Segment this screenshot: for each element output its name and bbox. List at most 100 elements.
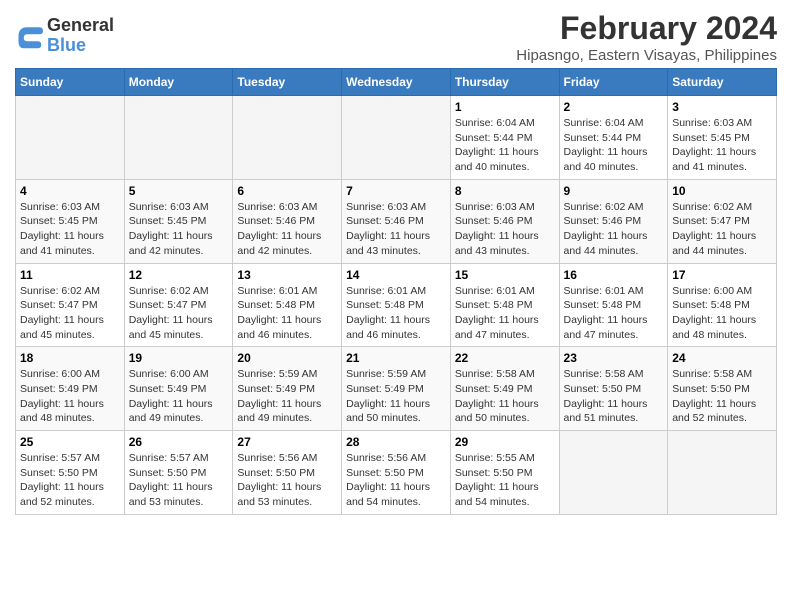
day-number: 13 (237, 268, 337, 282)
day-info: Sunrise: 6:00 AM Sunset: 5:49 PM Dayligh… (129, 367, 229, 426)
day-info: Sunrise: 6:04 AM Sunset: 5:44 PM Dayligh… (564, 116, 664, 175)
calendar-cell: 10Sunrise: 6:02 AM Sunset: 5:47 PM Dayli… (668, 179, 777, 263)
day-number: 5 (129, 184, 229, 198)
day-info: Sunrise: 6:01 AM Sunset: 5:48 PM Dayligh… (346, 284, 446, 343)
day-number: 27 (237, 435, 337, 449)
calendar-cell: 8Sunrise: 6:03 AM Sunset: 5:46 PM Daylig… (450, 179, 559, 263)
calendar-cell: 16 Sunrise: 6:01 AM Sunset: 5:48 PM Dayli… (559, 263, 668, 347)
day-info: Sunrise: 6:03 AM Sunset: 5:45 PM Dayligh… (672, 116, 772, 175)
day-header-thursday: Thursday (450, 69, 559, 96)
day-header-tuesday: Tuesday (233, 69, 342, 96)
day-number: 18 (20, 351, 120, 365)
calendar-title: February 2024 (516, 10, 777, 47)
day-number: 26 (129, 435, 229, 449)
title-block: February 2024 Hipasngo, Eastern Visayas,… (516, 10, 777, 64)
day-info: Sunrise: 5:59 AM Sunset: 5:49 PM Dayligh… (346, 367, 446, 426)
calendar-cell: 14 Sunrise: 6:01 AM Sunset: 5:48 PM Dayli… (342, 263, 451, 347)
day-info: Sunrise: 6:01 AM Sunset: 5:48 PM Dayligh… (237, 284, 337, 343)
calendar-cell (233, 96, 342, 180)
calendar-body: 1 Sunrise: 6:04 AM Sunset: 5:44 PM Daylig… (16, 96, 777, 515)
calendar-cell: 23Sunrise: 5:58 AM Sunset: 5:50 PM Dayli… (559, 347, 668, 431)
day-info: Sunrise: 6:01 AM Sunset: 5:48 PM Dayligh… (564, 284, 664, 343)
day-info: Sunrise: 6:01 AM Sunset: 5:48 PM Dayligh… (455, 284, 555, 343)
day-number: 12 (129, 268, 229, 282)
calendar-cell: 7Sunrise: 6:03 AM Sunset: 5:46 PM Daylig… (342, 179, 451, 263)
day-info: Sunrise: 6:00 AM Sunset: 5:49 PM Dayligh… (20, 367, 120, 426)
calendar-cell: 13 Sunrise: 6:01 AM Sunset: 5:48 PM Dayli… (233, 263, 342, 347)
day-number: 20 (237, 351, 337, 365)
day-number: 14 (346, 268, 446, 282)
logo-icon (15, 22, 43, 50)
calendar-cell: 25 Sunrise: 5:57 AM Sunset: 5:50 PM Dayli… (16, 431, 125, 515)
calendar-subtitle: Hipasngo, Eastern Visayas, Philippines (516, 47, 777, 64)
calendar-cell: 17Sunrise: 6:00 AM Sunset: 5:48 PM Dayli… (668, 263, 777, 347)
day-info: Sunrise: 5:56 AM Sunset: 5:50 PM Dayligh… (346, 451, 446, 510)
day-number: 4 (20, 184, 120, 198)
calendar-cell (124, 96, 233, 180)
day-number: 8 (455, 184, 555, 198)
calendar-cell: 27Sunrise: 5:56 AM Sunset: 5:50 PM Dayli… (233, 431, 342, 515)
calendar-cell (16, 96, 125, 180)
day-info: Sunrise: 6:02 AM Sunset: 5:47 PM Dayligh… (129, 284, 229, 343)
calendar-week-row: 4 Sunrise: 6:03 AM Sunset: 5:45 PM Daylig… (16, 179, 777, 263)
calendar-cell: 29 Sunrise: 5:55 AM Sunset: 5:50 PM Dayli… (450, 431, 559, 515)
day-info: Sunrise: 5:55 AM Sunset: 5:50 PM Dayligh… (455, 451, 555, 510)
calendar-cell (559, 431, 668, 515)
day-number: 11 (20, 268, 120, 282)
calendar-cell: 4 Sunrise: 6:03 AM Sunset: 5:45 PM Daylig… (16, 179, 125, 263)
day-info: Sunrise: 6:03 AM Sunset: 5:46 PM Dayligh… (237, 200, 337, 259)
day-info: Sunrise: 6:02 AM Sunset: 5:47 PM Dayligh… (20, 284, 120, 343)
day-info: Sunrise: 6:03 AM Sunset: 5:46 PM Dayligh… (346, 200, 446, 259)
day-header-wednesday: Wednesday (342, 69, 451, 96)
calendar-cell: 9Sunrise: 6:02 AM Sunset: 5:46 PM Daylig… (559, 179, 668, 263)
calendar-cell: 21Sunrise: 5:59 AM Sunset: 5:49 PM Dayli… (342, 347, 451, 431)
calendar-week-row: 25 Sunrise: 5:57 AM Sunset: 5:50 PM Dayli… (16, 431, 777, 515)
day-number: 3 (672, 100, 772, 114)
day-header-monday: Monday (124, 69, 233, 96)
day-number: 24 (672, 351, 772, 365)
calendar-cell: 24 Sunrise: 5:58 AM Sunset: 5:50 PM Dayli… (668, 347, 777, 431)
day-info: Sunrise: 6:03 AM Sunset: 5:45 PM Dayligh… (20, 200, 120, 259)
calendar-table: SundayMondayTuesdayWednesdayThursdayFrid… (15, 68, 777, 515)
day-number: 16 (564, 268, 664, 282)
calendar-cell: 26 Sunrise: 5:57 AM Sunset: 5:50 PM Dayli… (124, 431, 233, 515)
day-info: Sunrise: 6:03 AM Sunset: 5:45 PM Dayligh… (129, 200, 229, 259)
day-info: Sunrise: 6:02 AM Sunset: 5:46 PM Dayligh… (564, 200, 664, 259)
calendar-cell: 15Sunrise: 6:01 AM Sunset: 5:48 PM Dayli… (450, 263, 559, 347)
calendar-cell: 1 Sunrise: 6:04 AM Sunset: 5:44 PM Daylig… (450, 96, 559, 180)
day-number: 29 (455, 435, 555, 449)
day-info: Sunrise: 5:58 AM Sunset: 5:49 PM Dayligh… (455, 367, 555, 426)
calendar-cell: 3 Sunrise: 6:03 AM Sunset: 5:45 PM Daylig… (668, 96, 777, 180)
day-number: 19 (129, 351, 229, 365)
day-info: Sunrise: 6:04 AM Sunset: 5:44 PM Dayligh… (455, 116, 555, 175)
calendar-cell: 2 Sunrise: 6:04 AM Sunset: 5:44 PM Daylig… (559, 96, 668, 180)
page-header: General Blue February 2024 Hipasngo, Eas… (15, 10, 777, 64)
day-info: Sunrise: 5:58 AM Sunset: 5:50 PM Dayligh… (672, 367, 772, 426)
app-logo: General Blue (15, 16, 114, 56)
day-number: 22 (455, 351, 555, 365)
day-info: Sunrise: 5:57 AM Sunset: 5:50 PM Dayligh… (20, 451, 120, 510)
calendar-cell: 6 Sunrise: 6:03 AM Sunset: 5:46 PM Daylig… (233, 179, 342, 263)
day-number: 2 (564, 100, 664, 114)
day-header-sunday: Sunday (16, 69, 125, 96)
calendar-cell: 20 Sunrise: 5:59 AM Sunset: 5:49 PM Dayli… (233, 347, 342, 431)
calendar-week-row: 1 Sunrise: 6:04 AM Sunset: 5:44 PM Daylig… (16, 96, 777, 180)
day-number: 6 (237, 184, 337, 198)
day-number: 1 (455, 100, 555, 114)
day-number: 25 (20, 435, 120, 449)
calendar-week-row: 18 Sunrise: 6:00 AM Sunset: 5:49 PM Dayli… (16, 347, 777, 431)
day-number: 17 (672, 268, 772, 282)
day-header-saturday: Saturday (668, 69, 777, 96)
calendar-cell: 18 Sunrise: 6:00 AM Sunset: 5:49 PM Dayli… (16, 347, 125, 431)
day-info: Sunrise: 5:57 AM Sunset: 5:50 PM Dayligh… (129, 451, 229, 510)
calendar-cell (668, 431, 777, 515)
day-number: 28 (346, 435, 446, 449)
calendar-header-row: SundayMondayTuesdayWednesdayThursdayFrid… (16, 69, 777, 96)
calendar-cell: 28 Sunrise: 5:56 AM Sunset: 5:50 PM Dayli… (342, 431, 451, 515)
day-info: Sunrise: 5:58 AM Sunset: 5:50 PM Dayligh… (564, 367, 664, 426)
day-number: 10 (672, 184, 772, 198)
day-info: Sunrise: 5:59 AM Sunset: 5:49 PM Dayligh… (237, 367, 337, 426)
calendar-cell: 12 Sunrise: 6:02 AM Sunset: 5:47 PM Dayli… (124, 263, 233, 347)
calendar-cell (342, 96, 451, 180)
logo-text: General Blue (47, 16, 114, 56)
